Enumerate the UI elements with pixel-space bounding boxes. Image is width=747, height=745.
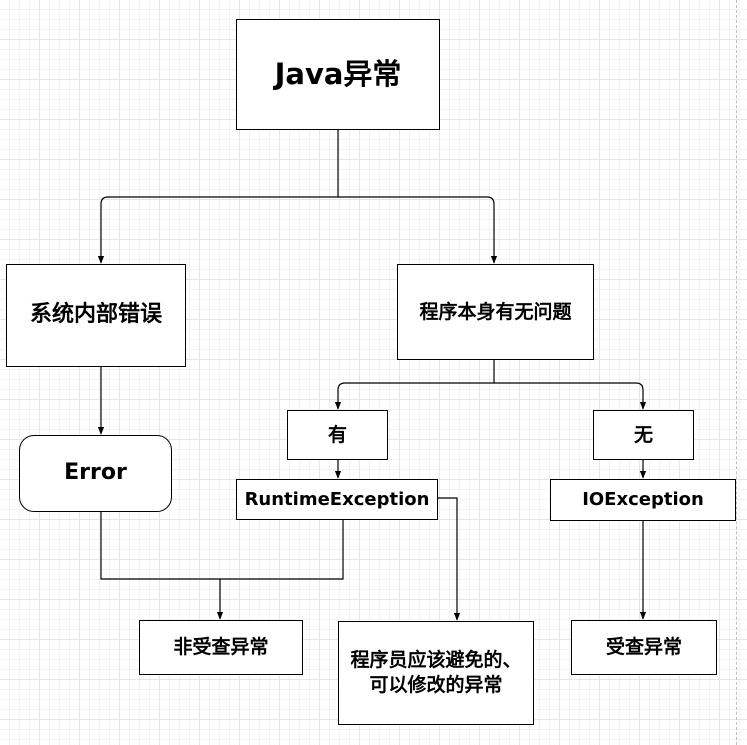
node-no: 无 (593, 410, 694, 460)
diagram-canvas: Java异常 系统内部错误 程序本身有无问题 Error 有 无 Runtime… (0, 0, 747, 745)
node-yes: 有 (287, 410, 388, 460)
connector-program-issue-to-yes (334, 359, 495, 410)
connector-runtime-to-avoidable (437, 497, 461, 621)
node-avoidable-exception: 程序员应该避免的、可以修改的异常 (338, 621, 534, 725)
connector-error-to-unchecked (100, 512, 224, 620)
node-unchecked-exception: 非受查异常 (139, 620, 303, 675)
connector-root-to-program-issue (338, 196, 498, 264)
node-error: Error (19, 435, 172, 512)
connector-root-to-system-error (97, 130, 339, 264)
node-java-exception: Java异常 (236, 19, 440, 130)
node-checked-exception: 受查异常 (571, 620, 717, 675)
node-program-issue: 程序本身有无问题 (397, 264, 594, 360)
node-runtime-exception: RuntimeException (236, 479, 438, 520)
connector-runtime-to-unchecked (220, 520, 344, 580)
node-system-error: 系统内部错误 (6, 264, 186, 367)
connector-program-issue-to-no (494, 382, 647, 410)
node-io-exception: IOException (550, 479, 736, 521)
